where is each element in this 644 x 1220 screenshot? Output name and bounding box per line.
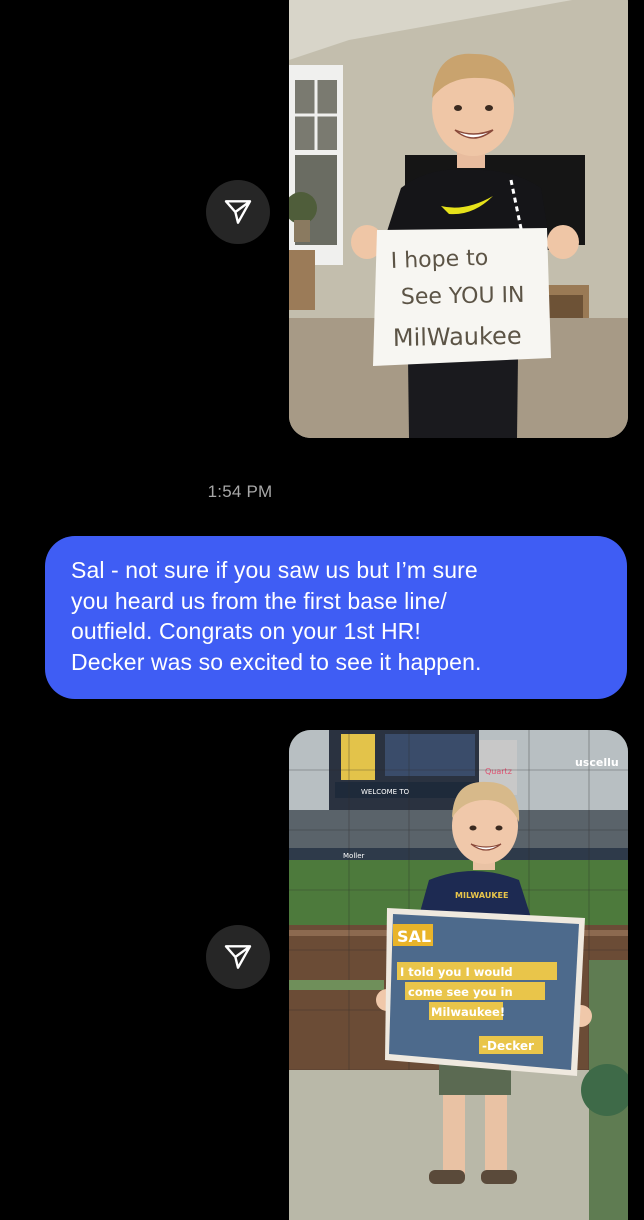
outgoing-message-bubble[interactable]: Sal - not sure if you saw us but I’m sur… — [45, 536, 627, 699]
share-button-photo-1[interactable] — [206, 180, 270, 244]
photo-kid-stadium: WELCOME TO Quartz uscellu Moller MILWAUK… — [289, 730, 628, 1220]
stadium-welcome-text: WELCOME TO — [361, 788, 410, 796]
send-paper-plane-icon — [224, 200, 252, 224]
message-line-1: Sal - not sure if you saw us but I’m sur… — [71, 557, 478, 583]
message-line-3: outfield. Congrats on your 1st HR! — [71, 618, 421, 644]
message-line-4: Decker was so excited to see it happen. — [71, 648, 482, 675]
shirt-text: MILWAUKEE — [455, 891, 508, 900]
poster-line-5: -Decker — [482, 1039, 534, 1053]
poster-line-1: SAL — [397, 927, 431, 946]
photo-message-kid-home-sign[interactable]: I hope to See YOU IN MilWaukee — [289, 0, 628, 438]
poster-line-3: come see you in — [408, 985, 513, 999]
stadium-quartz-text: Quartz — [485, 767, 512, 776]
stadium-uscellular-text: uscellu — [575, 756, 619, 769]
poster-line-4: Milwaukee! — [431, 1005, 505, 1019]
send-paper-plane-icon — [224, 945, 252, 969]
sign-line-3: MilWaukee — [393, 322, 522, 352]
share-button-photo-2[interactable] — [206, 925, 270, 989]
stadium-moller-text: Moller — [343, 852, 365, 860]
sign-line-2: See YOU IN — [401, 283, 525, 310]
message-line-2: you heard us from the first base line/ — [71, 587, 447, 614]
sign-line-1: I hope to — [390, 246, 488, 274]
photo-kid-home: I hope to See YOU IN MilWaukee — [289, 0, 628, 438]
photo-message-kid-stadium-sign[interactable]: WELCOME TO Quartz uscellu Moller MILWAUK… — [289, 730, 628, 1220]
message-timestamp: 1:54 PM — [207, 482, 273, 501]
poster-line-2: I told you I would — [400, 965, 513, 979]
